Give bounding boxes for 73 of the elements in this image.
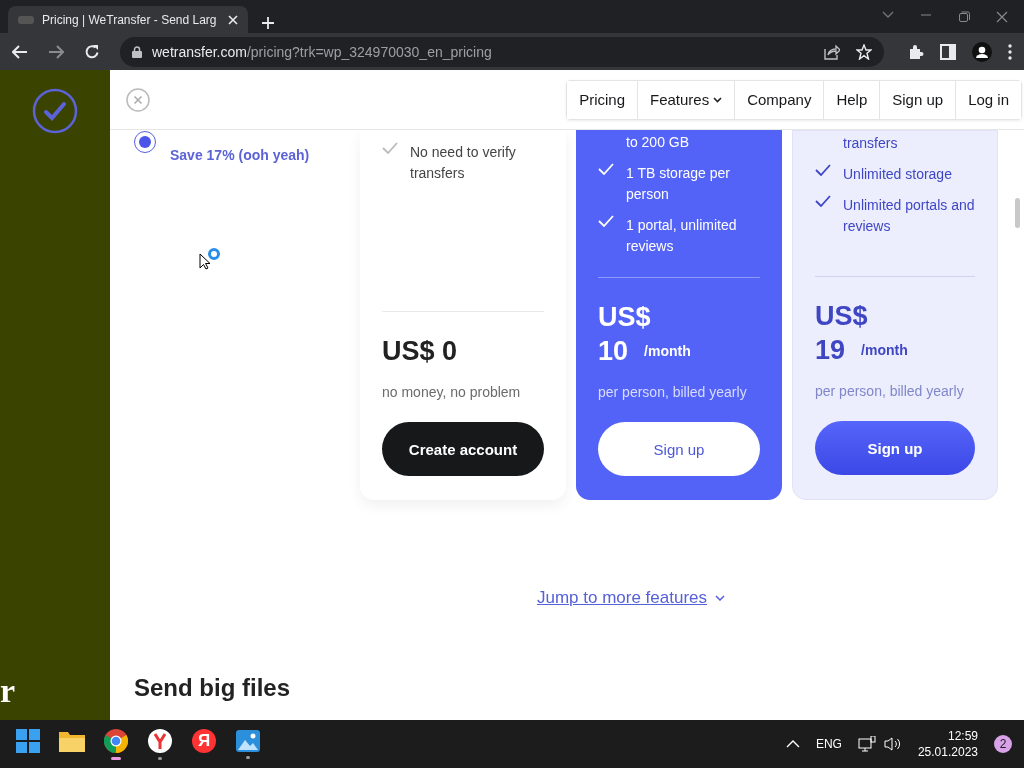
currency-text: US$ [598, 301, 652, 334]
feature-text: 1 portal, unlimited reviews [626, 216, 738, 256]
scrollbar-thumb[interactable] [1015, 198, 1020, 228]
share-icon[interactable] [824, 43, 840, 60]
nav-link[interactable]: Help [823, 80, 880, 119]
price-text: US$ 0 [382, 335, 459, 368]
running-indicator [111, 756, 121, 760]
check-icon [598, 163, 614, 175]
currency-text: US$ [815, 300, 869, 333]
address-bar[interactable]: wetransfer.com/pricing?trk=wp_324970030_en_pricing [120, 36, 884, 67]
chevron-down-icon [715, 595, 726, 601]
savings-text: Save 17% (ooh yeah) [170, 147, 310, 163]
star-icon[interactable] [856, 43, 872, 60]
feature-text: Unlimited storage [843, 165, 953, 184]
notification-badge[interactable]: 2 [994, 735, 1012, 753]
nav-link[interactable]: Sign up [879, 80, 956, 119]
check-icon [382, 142, 398, 154]
forward-icon[interactable] [48, 44, 64, 59]
nav-link[interactable]: Company [734, 80, 824, 119]
check-circle-icon [32, 88, 78, 134]
back-icon[interactable] [12, 44, 28, 59]
profile-icon[interactable] [972, 41, 992, 62]
lock-icon [132, 45, 142, 58]
plan-button[interactable]: Create account [382, 422, 544, 476]
tab-search-icon[interactable] [882, 10, 894, 19]
sidebar-letter: r [0, 672, 16, 710]
plan-button[interactable]: Sign up [598, 422, 760, 476]
price-note: per person, billed yearly [598, 384, 748, 400]
feature-text: 1 TB storage per person [626, 164, 732, 204]
feature-text: Unlimited portals and reviews [843, 196, 975, 236]
windows-icon[interactable] [16, 728, 40, 753]
running-indicator [246, 755, 250, 759]
section-heading: Send big files [134, 674, 292, 702]
app-icon[interactable]: Я [192, 728, 216, 753]
favicon-icon [18, 14, 34, 25]
folder-icon[interactable] [59, 729, 85, 752]
price-text: 19 [815, 334, 846, 367]
check-icon [598, 215, 614, 227]
jump-link[interactable]: Jump to more features [536, 588, 708, 608]
feature-text: transfers [843, 134, 899, 153]
feature-text: No need to verify transfers [410, 143, 517, 183]
chrome-icon[interactable] [104, 728, 128, 753]
close-icon[interactable] [996, 10, 1008, 23]
plan-button[interactable]: Sign up [815, 421, 975, 475]
restore-icon[interactable] [958, 10, 970, 23]
url-text: wetransfer.com/pricing?trk=wp_324970030_en_pricing [152, 43, 492, 60]
browser-icon[interactable] [148, 728, 172, 753]
check-icon [815, 164, 831, 176]
running-indicator [158, 756, 162, 760]
check-icon [815, 195, 831, 207]
menu-icon[interactable] [1008, 43, 1012, 60]
language-indicator[interactable]: ENG [815, 737, 842, 751]
busy-cursor-icon [198, 248, 222, 270]
new-tab-icon[interactable] [262, 17, 274, 29]
period-text: /month [861, 342, 908, 358]
nav-link[interactable]: Log in [955, 80, 1021, 119]
caret-icon [713, 96, 723, 103]
network-icon[interactable] [857, 736, 876, 752]
browser-tab[interactable]: Pricing | WeTransfer - Send Larg [8, 6, 248, 33]
clock[interactable]: 12:59 25.01.2023 [917, 729, 978, 759]
price-note: per person, billed yearly [815, 383, 965, 399]
reload-icon[interactable] [84, 43, 100, 60]
nav-link[interactable]: Features [637, 80, 735, 119]
side-panel-icon[interactable] [940, 43, 956, 60]
chevron-up-icon[interactable] [785, 740, 800, 748]
price-text: 10 [598, 335, 629, 368]
feature-text: to 200 GB [626, 133, 691, 152]
nav-link[interactable]: Pricing [567, 80, 637, 119]
price-note: no money, no problem [382, 384, 522, 400]
volume-icon[interactable] [883, 736, 902, 752]
period-text: /month [644, 343, 691, 359]
puzzle-icon[interactable] [908, 43, 924, 60]
photos-icon[interactable] [236, 729, 260, 752]
